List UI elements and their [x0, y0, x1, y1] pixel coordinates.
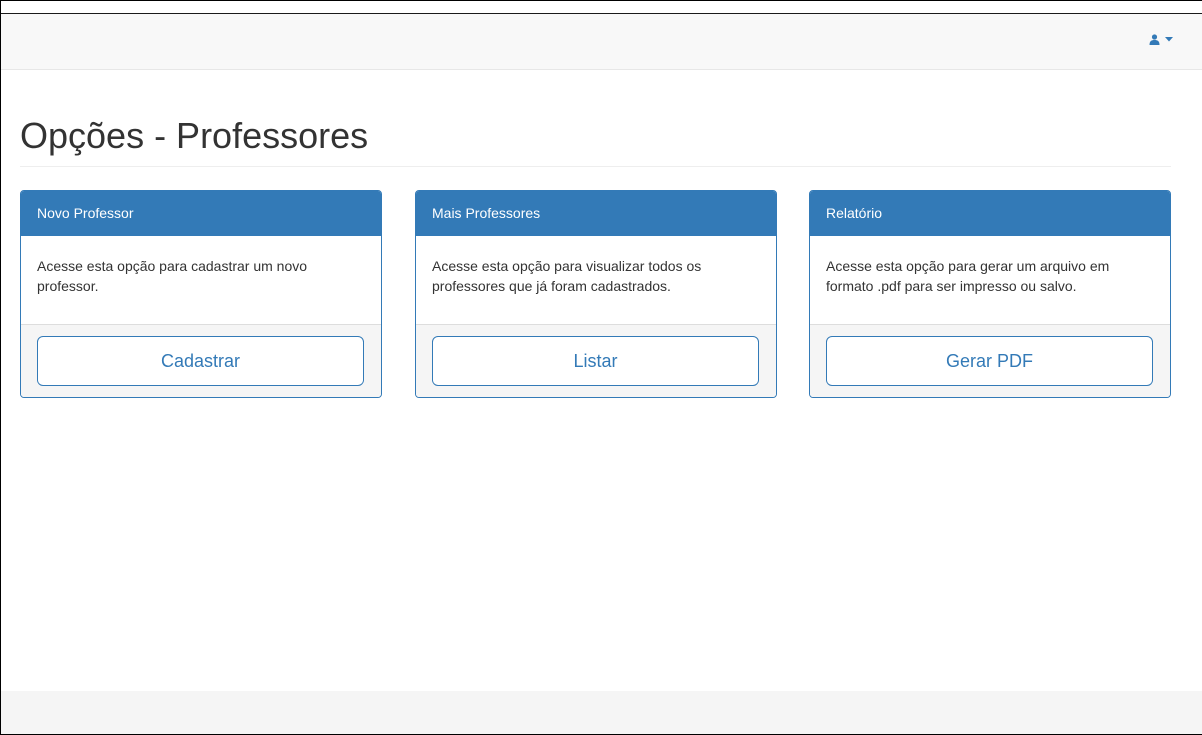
caret-down-icon[interactable]: [1165, 37, 1173, 42]
main-content: Opções - Professores Novo Professor Aces…: [20, 101, 1171, 398]
panel-mais-professores: Mais Professores Acesse esta opção para …: [415, 190, 777, 398]
user-menu-dropdown[interactable]: [1149, 34, 1173, 45]
page-header: Opções - Professores: [20, 101, 1171, 167]
panel-description: Acesse esta opção para cadastrar um novo…: [37, 258, 308, 295]
user-icon[interactable]: [1149, 34, 1160, 45]
listar-button[interactable]: Listar: [432, 336, 759, 386]
panel-relatorio: Relatório Acesse esta opção para gerar u…: [809, 190, 1171, 398]
panel-heading: Novo Professor: [21, 191, 381, 236]
panel-footer: Cadastrar: [21, 324, 381, 397]
panel-novo-professor: Novo Professor Acesse esta opção para ca…: [20, 190, 382, 398]
panel-footer: Gerar PDF: [810, 324, 1170, 397]
panel-description: Acesse esta opção para gerar um arquivo …: [826, 258, 1110, 295]
cadastrar-button[interactable]: Cadastrar: [37, 336, 364, 386]
page-footer: [1, 691, 1202, 734]
app-frame: Opções - Professores Novo Professor Aces…: [0, 0, 1202, 735]
panel-description: Acesse esta opção para visualizar todos …: [432, 258, 702, 295]
top-navbar: [1, 13, 1202, 70]
panel-heading: Mais Professores: [416, 191, 776, 236]
page-title: Opções - Professores: [20, 115, 369, 156]
panel-heading: Relatório: [810, 191, 1170, 236]
panel-footer: Listar: [416, 324, 776, 397]
options-panels: Novo Professor Acesse esta opção para ca…: [20, 190, 1171, 398]
gerar-pdf-button[interactable]: Gerar PDF: [826, 336, 1153, 386]
